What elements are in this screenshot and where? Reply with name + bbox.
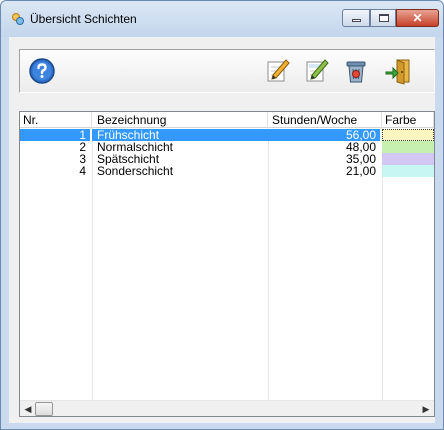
cell-bezeichnung: Spätschicht (97, 153, 160, 165)
window: Übersicht Schichten ✕ Nr. Bezeichnung St… (0, 0, 444, 430)
table-row[interactable]: 2 Normalschicht 48,00 (20, 141, 434, 153)
cell-nr: 2 (79, 141, 86, 153)
toolbar (19, 49, 435, 93)
table-row[interactable]: 4 Sonderschicht 21,00 (20, 165, 434, 177)
exit-door-icon (385, 59, 410, 85)
new-button[interactable] (303, 57, 331, 85)
pencil-icon (267, 59, 290, 82)
title-bar[interactable]: Übersicht Schichten ✕ (1, 1, 443, 37)
close-button[interactable]: ✕ (396, 9, 439, 27)
scrollbar-thumb[interactable] (35, 402, 53, 416)
app-icon (11, 12, 25, 26)
client-area: Nr. Bezeichnung Stunden/Woche Farbe 1 Fr… (9, 37, 435, 423)
cell-nr: 1 (20, 129, 90, 141)
scroll-right-icon[interactable]: ▶ (420, 403, 432, 415)
column-header-farbe[interactable]: Farbe (382, 112, 434, 128)
delete-button[interactable] (342, 57, 370, 85)
cell-stunden: 21,00 (345, 165, 376, 177)
cell-nr: 4 (79, 165, 86, 177)
window-title: Übersicht Schichten (30, 12, 137, 26)
table-row[interactable]: 1 Frühschicht 56,00 (20, 129, 434, 141)
horizontal-scrollbar[interactable]: ◀ ▶ (20, 400, 434, 416)
column-header-stunden[interactable]: Stunden/Woche (268, 112, 382, 128)
cell-stunden: 56,00 (268, 129, 380, 141)
cell-color-swatch (382, 153, 434, 165)
help-button[interactable] (28, 57, 56, 85)
cell-color-swatch (382, 165, 434, 177)
minimize-button[interactable] (342, 9, 370, 27)
close-icon: ✕ (412, 11, 423, 25)
column-header-nr[interactable]: Nr. (20, 112, 92, 128)
cell-nr: 3 (79, 153, 86, 165)
list-header: Nr. Bezeichnung Stunden/Woche Farbe (20, 112, 434, 128)
scroll-left-icon[interactable]: ◀ (22, 403, 34, 415)
cell-stunden: 48,00 (345, 141, 376, 153)
minimize-icon (352, 19, 361, 22)
maximize-button[interactable] (370, 9, 396, 27)
cell-bezeichnung: Sonderschicht (97, 165, 174, 177)
edit-button[interactable] (264, 57, 292, 85)
trash-icon (346, 61, 366, 83)
cell-color-swatch (382, 129, 434, 141)
cell-bezeichnung: Frühschicht (92, 129, 268, 141)
cell-stunden: 35,00 (345, 153, 376, 165)
column-header-bezeichnung[interactable]: Bezeichnung (92, 112, 268, 128)
cell-bezeichnung: Normalschicht (97, 141, 174, 153)
shift-list[interactable]: Nr. Bezeichnung Stunden/Woche Farbe 1 Fr… (19, 111, 435, 417)
pencil-note-icon (306, 59, 329, 82)
exit-button[interactable] (384, 57, 412, 85)
cell-color-swatch (382, 141, 434, 153)
table-row[interactable]: 3 Spätschicht 35,00 (20, 153, 434, 165)
help-icon (29, 58, 55, 84)
maximize-icon (379, 14, 389, 22)
